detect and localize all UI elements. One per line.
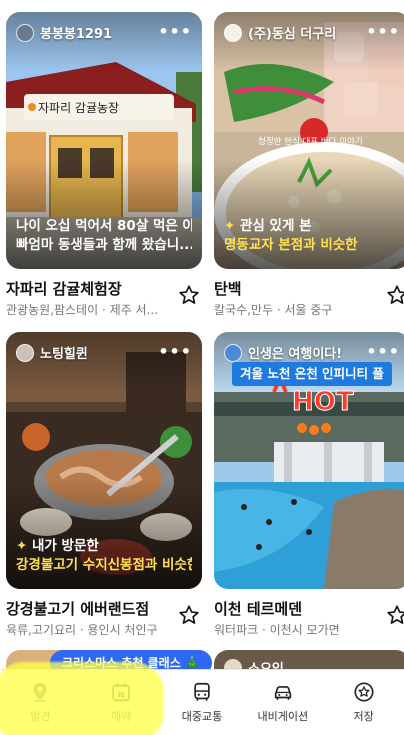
place-subtitle: 워터파크 · 이천시 모가면: [214, 623, 340, 637]
highlight-marker: [0, 662, 164, 735]
place-thumbnail[interactable]: 자파리 감귤농장 봉봉봉1291 ••• 나이 오십 먹어서 80살 먹은 아 …: [6, 12, 202, 269]
svg-text:청정한 한식 대표 바다 이야기: 청정한 한식 대표 바다 이야기: [258, 136, 363, 147]
author-name: 인생은 여행이다!: [248, 347, 343, 362]
author-name: (주)동심 더구리: [248, 27, 337, 42]
place-thumbnail[interactable]: 노팅힐퀸 ••• ✦ 내가 방문한 강경불고기 수지신봉점과 비슷한: [6, 332, 202, 589]
tab-public-transit[interactable]: 대중교통: [162, 670, 243, 735]
car-icon: [274, 686, 291, 700]
place-card-3[interactable]: 노팅힐퀸 ••• ✦ 내가 방문한 강경불고기 수지신봉점과 비슷한 강경불고기…: [6, 332, 202, 638]
author-avatar: [16, 343, 34, 362]
author-name: 노팅힐퀸: [40, 347, 88, 362]
place-card-1[interactable]: 자파리 감귤농장 봉봉봉1291 ••• 나이 오십 먹어서 80살 먹은 아 …: [6, 12, 202, 318]
star-bookmark-icon[interactable]: [178, 604, 200, 626]
author[interactable]: 노팅힐퀸: [16, 343, 88, 362]
place-subtitle: 육류,고기요리 · 용인시 처인구: [6, 623, 158, 637]
place-title[interactable]: 탄백: [214, 280, 242, 298]
place-title[interactable]: 자파리 감귤체험장: [6, 280, 122, 298]
author[interactable]: (주)동심 더구리: [224, 23, 336, 42]
tab-saved[interactable]: 저장: [323, 670, 404, 735]
place-thumbnail[interactable]: HOT 인생은 여행이다! ••• 겨울 노천 온천 인피니티 풀: [214, 332, 404, 589]
review-caption: ✦ 관심 있게 본 명동교자 본점과 비슷한: [224, 218, 358, 253]
more-options-icon[interactable]: •••: [366, 22, 400, 41]
star-bookmark-icon[interactable]: [386, 284, 404, 306]
author-avatar: [224, 23, 242, 42]
place-thumbnail[interactable]: 청정한 한식 대표 바다 이야기 (주)동심 더구리 ••• ✦ 관심 있게 본…: [214, 12, 404, 269]
author-avatar: [16, 23, 34, 42]
author[interactable]: 봉봉봉1291: [16, 23, 112, 42]
place-subtitle: 관광농원,팜스테이 · 제주 서...: [6, 303, 158, 317]
review-caption: ✦ 내가 방문한 강경불고기 수지신봉점과 비슷한: [16, 538, 192, 573]
place-subtitle: 칼국수,만두 · 서울 중구: [214, 303, 333, 317]
place-title[interactable]: 이천 테르메덴: [214, 600, 302, 618]
place-card-4[interactable]: HOT 인생은 여행이다! ••• 겨울 노천 온천 인피니티 풀 이천 테르메…: [214, 332, 404, 638]
place-card-2[interactable]: 청정한 한식 대표 바다 이야기 (주)동심 더구리 ••• ✦ 관심 있게 본…: [214, 12, 404, 318]
star-circle-icon: [354, 682, 374, 702]
more-options-icon[interactable]: •••: [158, 22, 192, 41]
tab-label: 저장: [353, 710, 374, 723]
star-bookmark-icon[interactable]: [178, 284, 200, 306]
star-bookmark-icon[interactable]: [386, 604, 404, 626]
sign-text: 자파리 감귤농장: [38, 101, 119, 115]
place-title[interactable]: 강경불고기 에버랜드점: [6, 600, 149, 618]
more-options-icon[interactable]: •••: [366, 342, 400, 361]
bus-icon: [194, 682, 210, 701]
review-caption: 나이 오십 먹어서 80살 먹은 아 빠엄마 동생들과 함께 왔습니...: [16, 218, 192, 253]
tab-label: 내비게이션: [257, 710, 309, 723]
more-options-icon[interactable]: •••: [158, 342, 192, 361]
author-name: 봉봉봉1291: [40, 27, 113, 42]
author-avatar: [224, 343, 242, 362]
author[interactable]: 인생은 여행이다!: [224, 343, 342, 362]
tab-navigation[interactable]: 내비게이션: [242, 670, 323, 735]
tab-label: 대중교통: [181, 710, 223, 723]
promo-banner: 겨울 노천 온천 인피니티 풀: [232, 362, 392, 386]
